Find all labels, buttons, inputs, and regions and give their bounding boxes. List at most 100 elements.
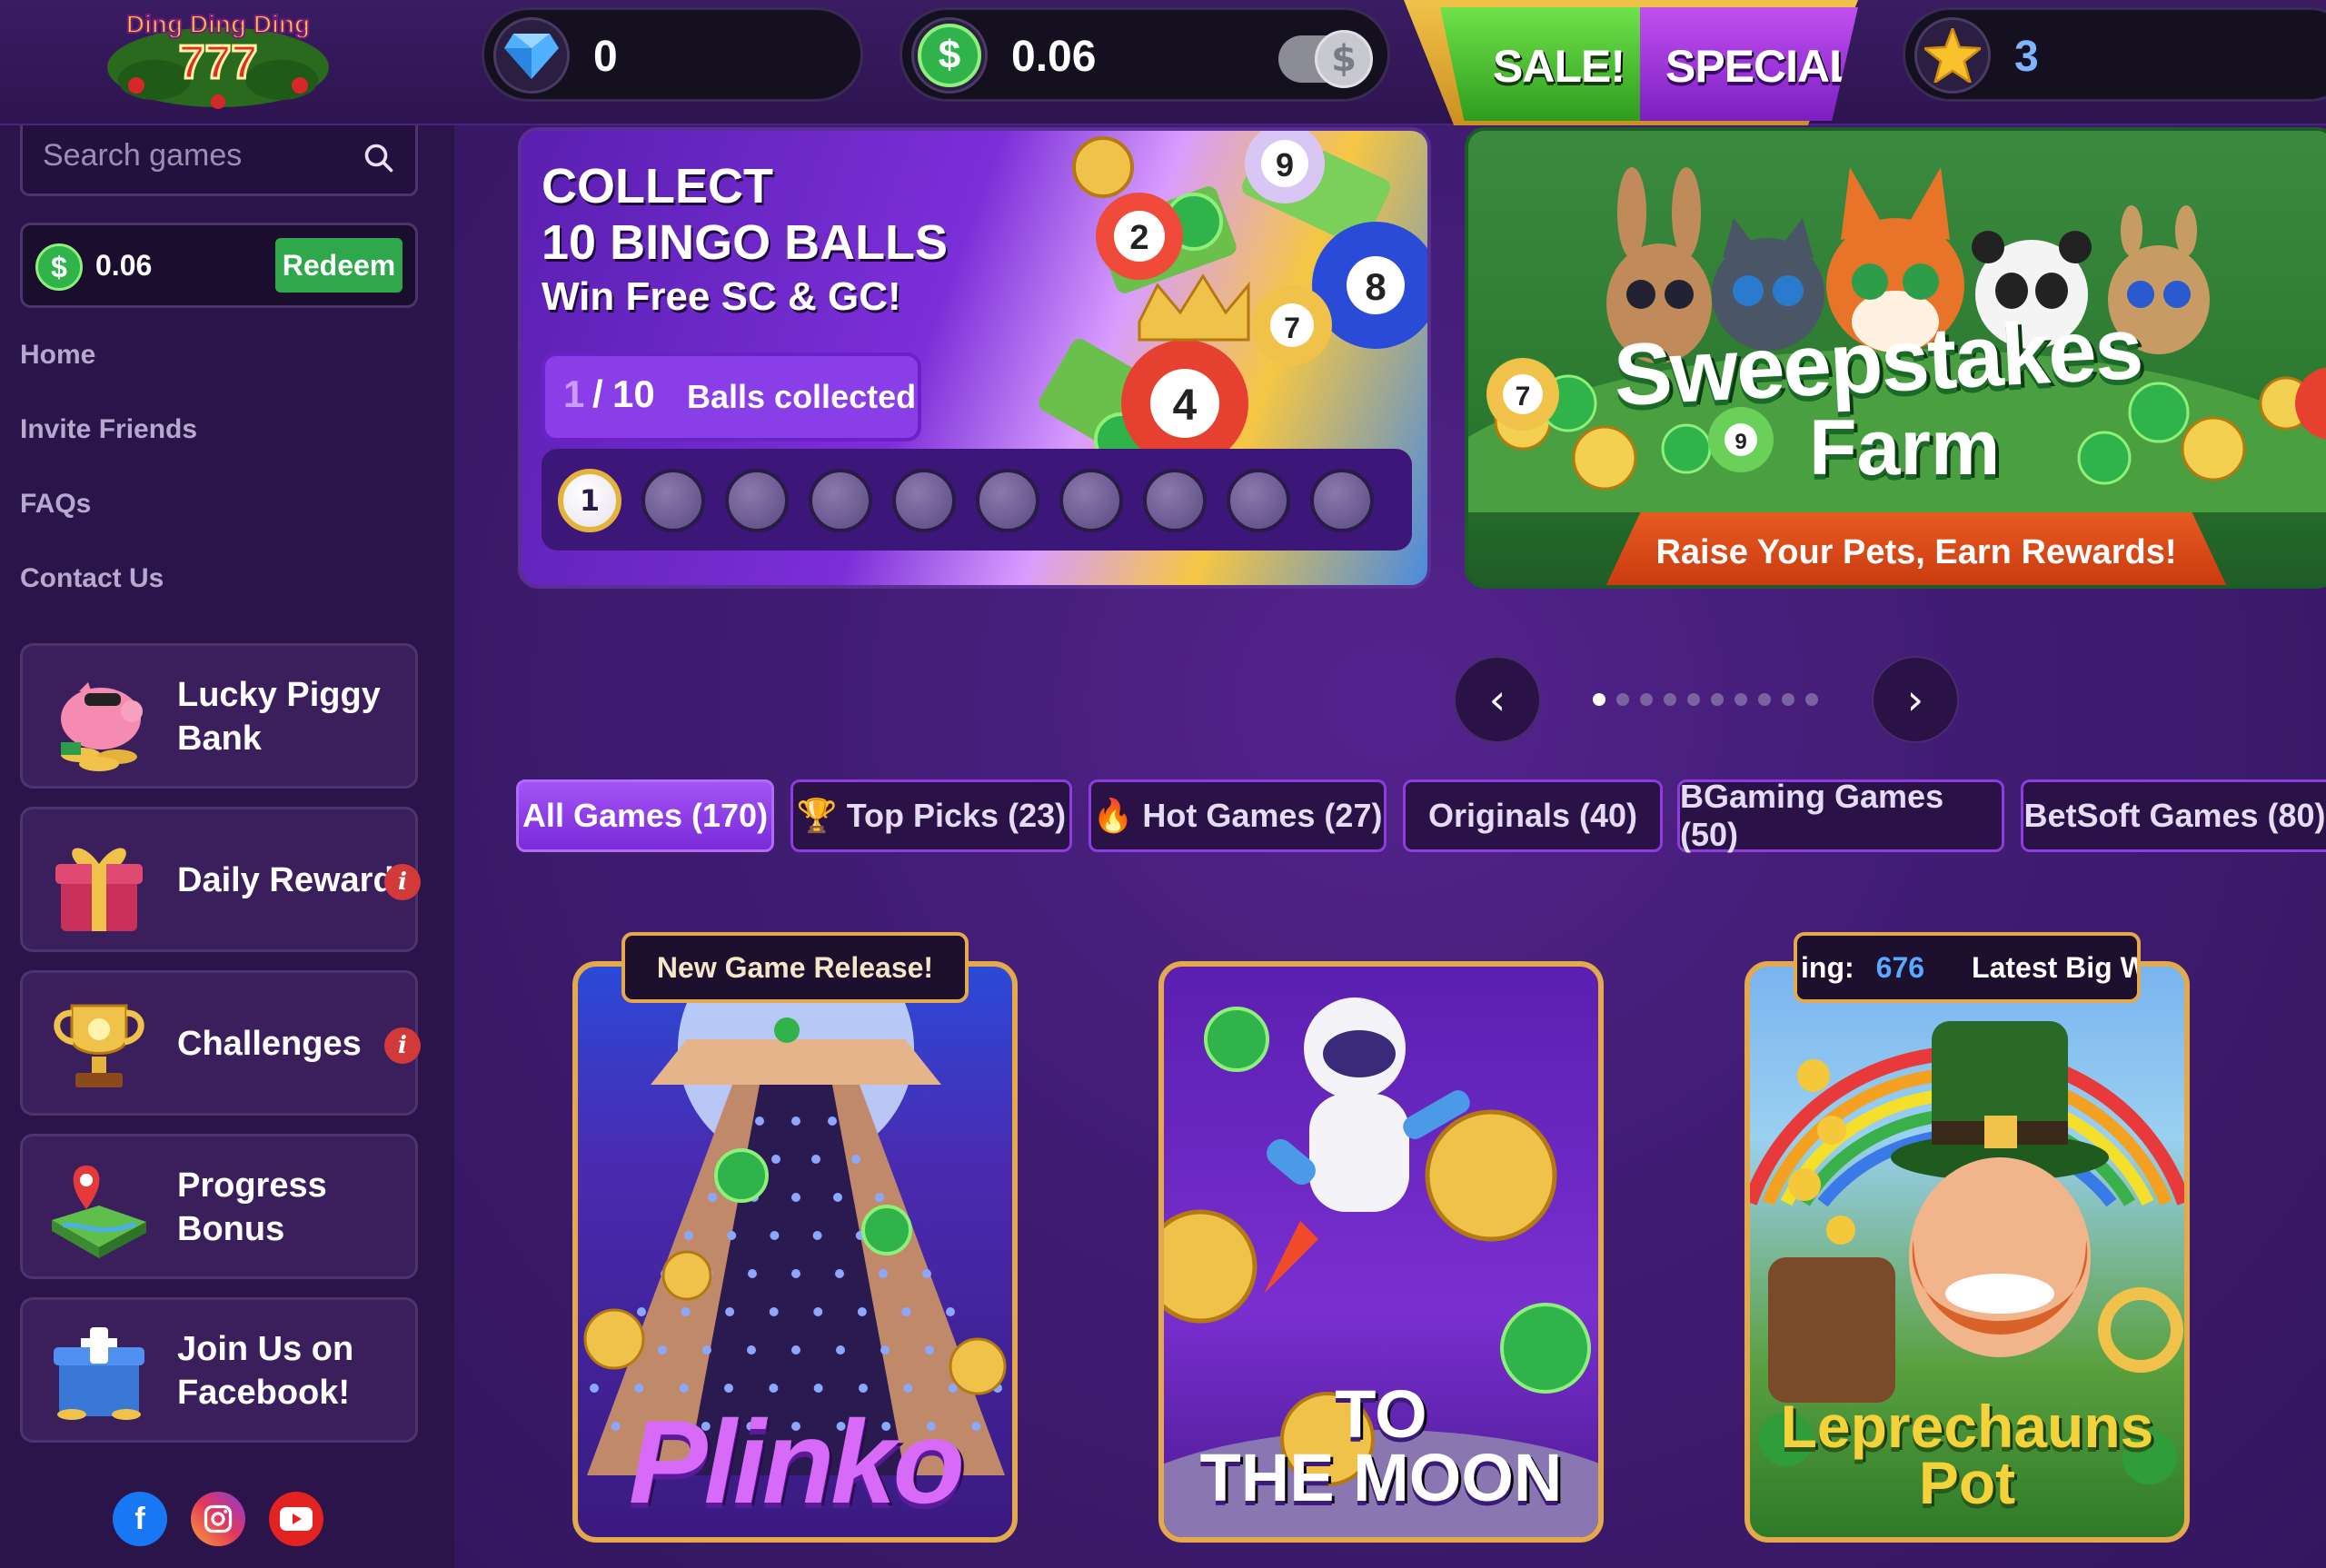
sidebar-item-invite-friends[interactable]: Invite Friends [20,414,197,445]
svg-text:Ding Ding Ding: Ding Ding Ding [126,10,310,38]
trophy-icon: 🏆 [796,797,838,834]
carousel-dot[interactable] [1687,693,1700,706]
carousel-dot[interactable] [1664,693,1676,706]
sidebar-item-home[interactable]: Home [20,340,95,371]
tab-top-picks[interactable]: 🏆 Top Picks (23) [790,779,1072,852]
svg-text:9: 9 [1735,430,1746,454]
carousel-dot[interactable] [1593,693,1605,706]
carousel-prev-button[interactable]: ‹ [1454,656,1541,743]
currency-toggle[interactable]: $ [1278,30,1373,88]
game-card-plinko[interactable]: Plinko [572,961,1018,1543]
bingo-balls-track: 1 [542,449,1412,551]
sweeps-coin-icon: $ [35,243,83,291]
info-badge-icon[interactable]: i [384,1027,421,1064]
game-card-to-the-moon[interactable]: TO THE MOON [1158,961,1604,1543]
diamond-icon [493,17,570,94]
bingo-ball-slot: 1 [558,469,621,532]
bingo-ball-4: 4 [1121,340,1248,467]
farm-title-line2: Farm [1809,404,2001,491]
sidebar-balance-value: 0.06 [95,249,153,282]
plinko-peg [791,1193,800,1202]
progress-bonus-label-line1: Progress [177,1166,327,1205]
bingo-ball-slot [1059,469,1123,532]
trophy-icon [54,1004,144,1087]
plinko-peg [811,1155,820,1164]
plinko-peg [903,1384,913,1393]
bingo-ball-slot [892,469,956,532]
progress-separator: / [592,372,603,415]
progress-label: Balls collected [687,378,917,415]
carousel-dot[interactable] [1735,693,1747,706]
tab-all-games[interactable]: All Games (170) [516,779,774,852]
bingo-ball-slot [976,469,1039,532]
carousel-dot[interactable] [1711,693,1724,706]
lucky-piggy-bank-card[interactable]: Lucky Piggy Bank [20,643,418,789]
instagram-icon[interactable] [191,1492,245,1546]
plinko-peg [590,1384,599,1393]
sweeps-balance-pill[interactable]: $ 0.06 $ [900,7,1390,102]
plinko-title: Plinko [628,1395,965,1528]
gems-balance-pill[interactable]: 0 [482,7,863,102]
youtube-icon[interactable] [269,1492,323,1546]
daily-rewards-card[interactable]: Daily Rewards i [20,807,421,952]
stars-value: 3 [2014,33,2039,81]
plinko-peg [833,1193,842,1202]
plinko-peg [770,1231,780,1240]
join-facebook-card[interactable]: Join Us on Facebook! [20,1297,418,1443]
sweepstakes-farm-banner[interactable]: 7 9 Sweepstakes Farm Raise Your Pets, Ea… [1465,127,2326,589]
progress-bonus-label-line2: Bonus [177,1210,285,1248]
sidebar-item-faqs[interactable]: FAQs [20,489,91,520]
tab-label: Top Picks (23) [846,797,1067,834]
plinko-peg [791,1116,800,1126]
svg-text:777: 777 [179,36,258,89]
site-logo[interactable]: Ding Ding Ding 777 [100,4,336,111]
tab-hot-games[interactable]: 🔥 Hot Games (27) [1088,779,1387,852]
tab-originals[interactable]: Originals (40) [1403,779,1663,852]
progress-bonus-card[interactable]: Progress Bonus [20,1134,418,1279]
moon-title-line2: THE MOON [1199,1440,1563,1515]
game-card-leprechauns-pot[interactable]: Leprechauns Pot [1744,961,2190,1543]
challenges-card[interactable]: Challenges i [20,970,421,1116]
tab-label: BetSoft Games (80) [2023,797,2326,834]
plinko-peg [875,1193,884,1202]
search-icon[interactable] [363,142,395,174]
players-count: 676 [1875,950,1925,984]
carousel-dot[interactable] [1782,693,1794,706]
carousel-dot[interactable] [1805,693,1818,706]
progress-current: 1 [563,372,585,415]
plinko-peg [702,1345,711,1355]
carousel-dot[interactable] [1758,693,1771,706]
lucky-piggy-label-line2: Bank [177,719,262,758]
redeem-button[interactable]: Redeem [275,238,403,293]
tab-betsoft-games[interactable]: BetSoft Games (80) [2021,779,2326,852]
tab-label: Hot Games (27) [1142,797,1383,834]
carousel-dot[interactable] [1616,693,1629,706]
chevron-left-icon: ‹ [1488,675,1506,724]
plinko-peg [901,1307,911,1316]
bingo-ball-slot [809,469,872,532]
plinko-peg [813,1307,823,1316]
stars-pill[interactable]: 3 [1903,7,2326,102]
gems-value: 0 [593,33,618,81]
plinko-peg [679,1384,689,1393]
players-prefix: ing: [1801,950,1854,984]
info-badge-icon[interactable]: i [384,864,421,900]
bingo-ball-slot [1227,469,1290,532]
special-button[interactable]: SPECIAL [1640,7,1858,121]
bingo-balls-banner[interactable]: COLLECT 10 BINGO BALLS Win Free SC & GC!… [518,127,1431,589]
sale-button[interactable]: SALE! [1440,7,1640,121]
plinko-peg [684,1231,693,1240]
search-box[interactable]: Search games [20,125,418,196]
sweeps-value: 0.06 [1011,33,1097,81]
svg-text:9: 9 [1276,146,1294,184]
special-label: SPECIAL [1665,41,1857,92]
search-input[interactable]: Search games [43,138,242,174]
facebook-icon[interactable]: f [113,1492,167,1546]
plinko-peg [748,1269,757,1278]
carousel-next-button[interactable]: › [1872,656,1959,743]
plinko-peg [859,1384,868,1393]
carousel-dot[interactable] [1640,693,1653,706]
tab-bgaming-games[interactable]: BGaming Games (50) [1677,778,2004,853]
plinko-peg [813,1384,823,1393]
sidebar-item-contact-us[interactable]: Contact Us [20,563,164,594]
